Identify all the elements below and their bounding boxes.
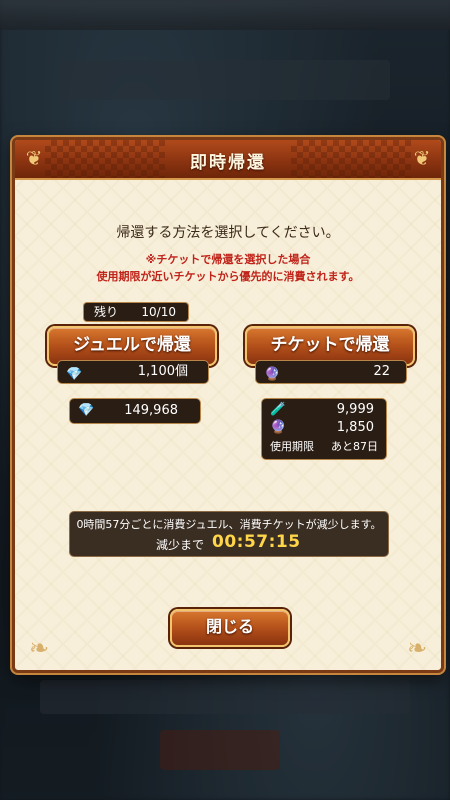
reduction-timer: 0時間57分ごとに消費ジュエル、消費チケットが減少します。 減少まで 00:57… [69,511,389,557]
ticket-cost-value: 22 [373,364,390,379]
corner-ornament-icon: ❧ [406,634,428,662]
ticket-count-1: 9,999 [336,402,374,417]
remaining-label: 残り [94,305,119,319]
owned-jewels: 💎 149,968 [69,398,201,424]
jewel-icon: 💎 [78,403,95,418]
timer-value: 00:57:15 [212,532,301,552]
expiry-value: あと87日 [331,440,378,453]
instruction-text: 帰還する方法を選択してください。 [116,225,340,241]
ticket-cost: 🔮 22 [255,360,407,384]
ticket-count-2: 1,850 [336,420,374,435]
warning-note-line2: 使用期限が近いチケットから優先的に消費されます。 [96,270,360,283]
close-button[interactable]: 閉じる [170,609,290,647]
owned-jewels-value: 149,968 [124,403,178,418]
ticket-row: 🔮 1,850 [262,419,386,437]
expiry-row: 使用期限 あと87日 [262,438,386,456]
timer-message: 0時間57分ごとに消費ジュエル、消費チケットが減少します。 [76,518,382,531]
dialog-title: 即時帰還 [190,153,266,173]
owned-tickets: 🧪 9,999 🔮 1,850 使用期限 あと87日 [261,398,387,460]
instant-return-dialog: ❦ ❦ 即時帰還 帰還する方法を選択してください。 ※チケットで帰還を選択した場… [12,137,444,673]
remaining-count-badge: 残り 10/10 [83,302,189,322]
potion-icon: 🧪 [270,402,287,417]
ticket-row: 🧪 9,999 [262,401,386,419]
warning-note-line1: ※チケットで帰還を選択した場合 [145,253,311,266]
jewel-icon: 💎 [66,367,83,382]
ticket-icon: 🔮 [264,367,281,382]
corner-ornament-icon: ❧ [28,634,50,662]
ticket-icon: 🔮 [270,420,287,435]
timer-label: 減少まで [156,538,205,552]
jewel-cost-value: 1,100個 [137,364,188,379]
jewel-cost: 💎 1,100個 [57,360,209,384]
dialog-header: ❦ ❦ 即時帰還 [15,140,441,180]
remaining-count: 10/10 [141,305,176,319]
expiry-label: 使用期限 [270,440,314,453]
